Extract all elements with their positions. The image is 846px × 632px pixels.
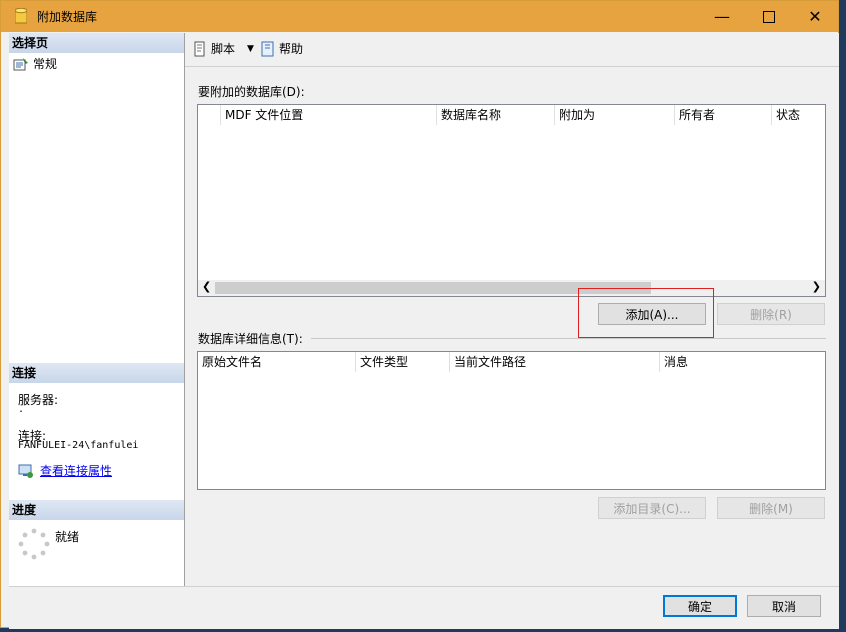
page-item-label: 常规 <box>33 57 58 71</box>
divider <box>311 338 826 339</box>
attach-database-dialog: 附加数据库 — ✕ 选择页 常规 连接 服务器: . 连接: FANFULEI-… <box>0 0 839 629</box>
connection-value: FANFULEI-24\fanfulei <box>18 440 139 451</box>
column-header[interactable]: 原始文件名 <box>198 352 355 372</box>
database-icon <box>15 8 27 24</box>
database-details-grid[interactable]: 原始文件名 文件类型 当前文件路径 消息 <box>197 351 826 490</box>
database-details-label: 数据库详细信息(T): <box>198 332 303 346</box>
column-header[interactable]: MDF 文件位置 <box>220 105 436 125</box>
script-label: 脚本 <box>211 42 236 56</box>
right-panel: 脚本 ▼ 帮助 要附加的数据库(D): MDF 文件位置 数据库名称 附加为 所… <box>185 33 839 586</box>
view-connection-properties-link[interactable]: 查看连接属性 <box>18 462 112 479</box>
close-icon: ✕ <box>808 7 822 26</box>
footer: 确定 取消 <box>9 586 839 629</box>
remove-detail-button[interactable]: 删除(M) <box>717 497 825 519</box>
cancel-button[interactable]: 取消 <box>747 595 821 617</box>
connection-properties-icon <box>18 464 33 478</box>
progress-header: 进度 <box>9 500 184 520</box>
column-header[interactable]: 附加为 <box>554 105 674 125</box>
script-button[interactable]: 脚本 ▼ <box>193 40 254 57</box>
help-label: 帮助 <box>279 42 304 56</box>
progress-spinner-icon <box>18 528 50 560</box>
minimize-icon: — <box>714 7 730 26</box>
title-bar[interactable]: 附加数据库 — ✕ <box>1 1 838 32</box>
add-catalog-button[interactable]: 添加目录(C)... <box>598 497 706 519</box>
column-header[interactable]: 消息 <box>659 352 825 372</box>
page-item-general[interactable]: 常规 <box>13 55 57 72</box>
ok-button[interactable]: 确定 <box>663 595 737 617</box>
scroll-right-icon[interactable]: ❯ <box>812 280 821 293</box>
select-page-header: 选择页 <box>9 33 184 53</box>
window-title: 附加数据库 <box>37 10 98 24</box>
view-connection-properties-label[interactable]: 查看连接属性 <box>40 462 112 479</box>
close-button[interactable]: ✕ <box>792 1 838 32</box>
maximize-button[interactable] <box>746 1 792 32</box>
connection-header: 连接 <box>9 363 184 383</box>
column-header[interactable]: 数据库名称 <box>436 105 554 125</box>
script-icon <box>194 41 205 56</box>
minimize-button[interactable]: — <box>699 1 745 32</box>
column-header[interactable]: 当前文件路径 <box>449 352 659 372</box>
attach-databases-grid[interactable]: MDF 文件位置 数据库名称 附加为 所有者 状态 ❮ ❯ <box>197 104 826 297</box>
column-header[interactable]: 所有者 <box>674 105 771 125</box>
chevron-down-icon[interactable]: ▼ <box>247 44 254 54</box>
column-header[interactable]: 文件类型 <box>355 352 449 372</box>
add-button[interactable]: 添加(A)... <box>598 303 706 325</box>
help-icon <box>261 41 274 56</box>
toolbar: 脚本 ▼ 帮助 <box>185 33 839 67</box>
maximize-icon <box>763 10 775 23</box>
remove-button[interactable]: 删除(R) <box>717 303 825 325</box>
scroll-left-icon[interactable]: ❮ <box>202 280 211 293</box>
horizontal-scrollbar[interactable]: ❮ ❯ <box>198 280 825 296</box>
general-page-icon <box>13 57 28 70</box>
attach-databases-label: 要附加的数据库(D): <box>198 85 305 99</box>
left-panel: 选择页 常规 连接 服务器: . 连接: FANFULEI-24\fanfule… <box>9 33 185 586</box>
help-button[interactable]: 帮助 <box>261 40 303 57</box>
server-value: . <box>18 404 25 415</box>
column-header[interactable]: 状态 <box>771 105 825 125</box>
progress-status: 就绪 <box>55 530 80 544</box>
